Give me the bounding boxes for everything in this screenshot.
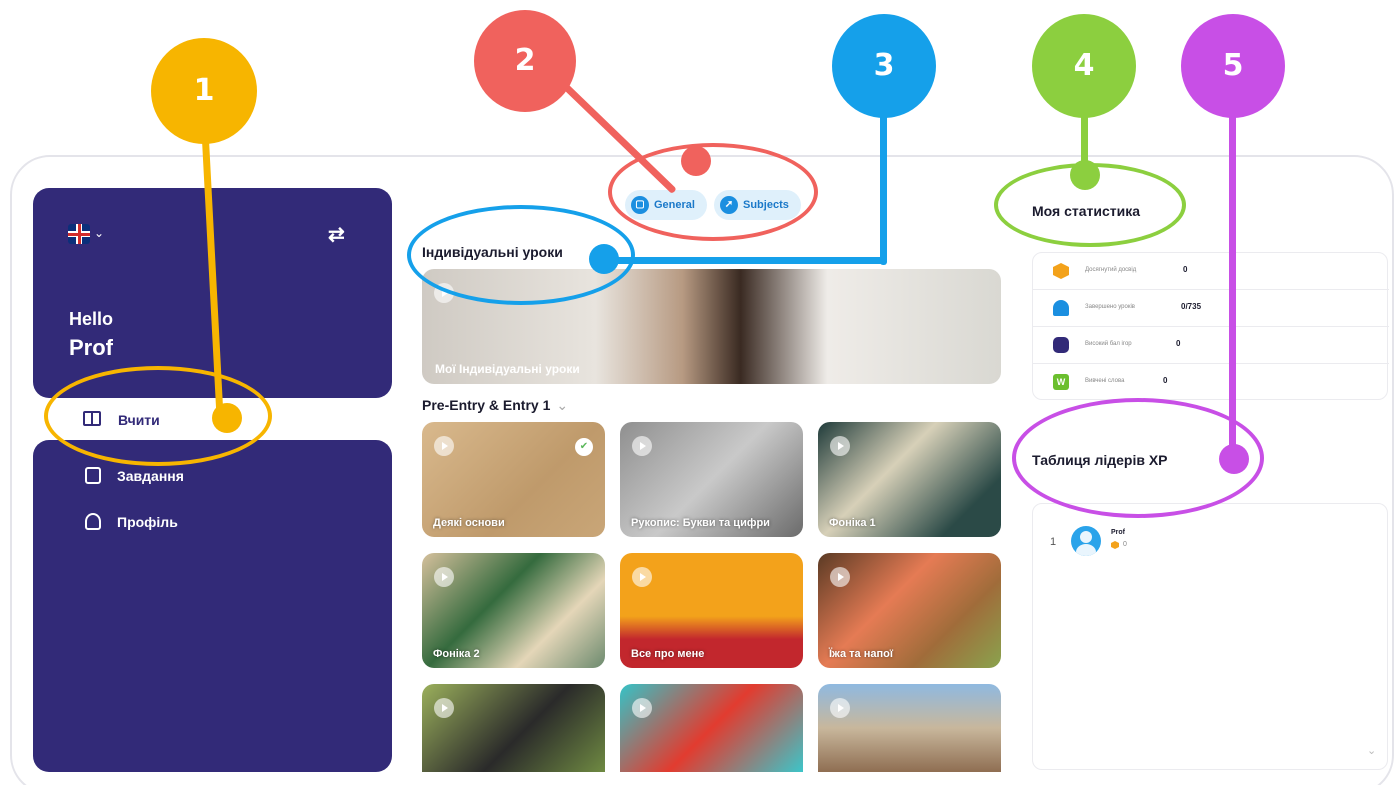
card-label: Все про мене [631,648,705,660]
annotation-3-line-h [604,257,887,264]
annotation-2-ring [608,143,818,241]
lesson-card[interactable] [818,684,1001,772]
annotation-3-dot [589,244,619,274]
play-icon [632,567,652,587]
leader-name: Prof [1111,529,1125,536]
lesson-card[interactable] [422,684,605,772]
sidebar-item-label: Завдання [117,468,184,484]
lesson-card[interactable]: ✔ Деякі основи [422,422,605,537]
lesson-card[interactable] [620,684,803,772]
lesson-card[interactable]: Все про мене [620,553,803,668]
annotation-4-dot [1070,160,1100,190]
stats-table: Досягнутий досвід 0 Завершено уроків 0/7… [1032,252,1389,401]
play-icon [632,436,652,456]
stat-value: 0/735 [1181,302,1202,311]
lesson-card[interactable]: Рукопис: Букви та цифри [620,422,803,537]
stat-value: 0 [1183,265,1188,274]
stat-row: Завершено уроків 0/735 [1033,290,1389,327]
sidebar-nav-panel [33,440,392,772]
gamepad-icon [1053,337,1069,353]
play-icon [830,567,850,587]
stat-row: Високий бал ігор 0 [1033,327,1389,364]
stat-row: W Вивчені слова 0 [1033,364,1389,401]
annotation-1-dot [212,403,242,433]
bell-icon [1053,300,1069,316]
annotation-3-badge: 3 [832,14,936,118]
stat-label: Завершено уроків [1085,304,1135,310]
annotation-5-badge: 5 [1181,14,1285,118]
xp-hexagon-icon [1111,541,1119,549]
greeting: Hello [69,309,114,329]
word-w-icon: W [1053,374,1069,390]
card-label: Деякі основи [433,517,505,529]
leaderboard-list: 1 Prof 0 ⌄ [1032,503,1388,770]
stat-row: Досягнутий досвід 0 [1033,253,1389,290]
play-icon [434,567,454,587]
user-icon [85,513,101,530]
lesson-card[interactable]: Їжа та напої [818,553,1001,668]
swap-arrows-icon[interactable]: ⇄ [328,222,345,247]
play-icon [632,698,652,718]
chevron-down-icon[interactable]: ⌄ [1367,744,1376,757]
card-label: Їжа та напої [829,648,893,660]
annotation-4-badge: 4 [1032,14,1136,118]
stat-label: Досягнутий досвід [1085,267,1137,273]
check-icon: ✔ [575,438,593,456]
annotation-2-badge: 2 [474,10,576,112]
play-icon [434,698,454,718]
stat-value: 0 [1176,339,1181,348]
xp-hexagon-icon [1053,263,1069,279]
annotation-5-dot [1219,444,1249,474]
tasks-icon [85,467,101,484]
card-label: Мої Індивідуальні уроки [435,362,580,376]
sidebar-item-label: Профіль [117,514,178,530]
annotation-2-dot [681,146,711,176]
play-icon [830,436,850,456]
play-icon [830,698,850,718]
chevron-down-icon: ⌄ [556,397,569,413]
uk-flag-icon[interactable] [68,224,90,244]
stat-value: 0 [1163,376,1168,385]
leader-xp: 0 [1123,541,1127,548]
stat-label: Високий бал ігор [1085,341,1132,347]
card-label: Рукопис: Букви та цифри [631,517,770,529]
annotation-1-badge: 1 [151,38,257,144]
lesson-card[interactable]: Фоніка 2 [422,553,605,668]
leader-rank: 1 [1050,536,1057,548]
chevron-down-icon[interactable]: ⌄ [94,226,104,240]
card-label: Фоніка 2 [433,648,480,660]
card-label: Фоніка 1 [829,517,876,529]
avatar[interactable] [1071,526,1101,556]
lesson-card[interactable]: Фоніка 1 [818,422,1001,537]
level-title: Pre-Entry & Entry 1 [422,397,551,413]
annotation-3-line-v [880,100,887,265]
level-selector[interactable]: Pre-Entry & Entry 1 ⌄ [422,397,568,414]
play-icon [434,436,454,456]
stat-label: Вивчені слова [1085,378,1125,384]
annotation-5-line [1229,100,1236,460]
user-name: Prof [69,335,113,360]
